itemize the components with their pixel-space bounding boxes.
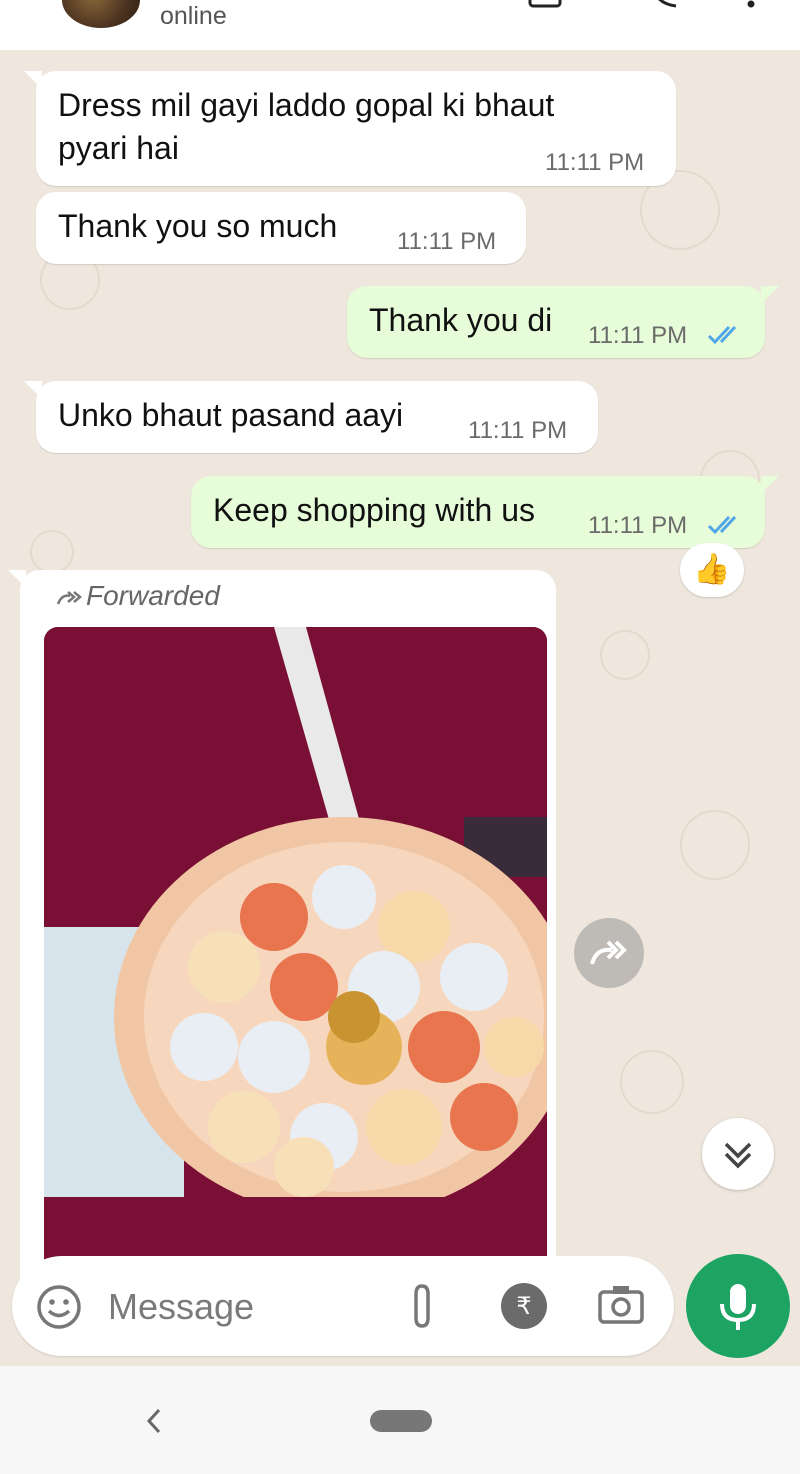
- message-time: 11:11 PM: [588, 322, 688, 349]
- message-text: Dress mil gayi laddo gopal ki bhaut: [58, 87, 555, 123]
- message-text: Unko bhaut pasand aayi: [58, 397, 404, 433]
- thumbs-up-icon: 👍: [693, 553, 731, 586]
- contact-avatar[interactable]: [62, 0, 140, 28]
- forward-share-button[interactable]: [574, 918, 644, 988]
- scroll-to-bottom-button[interactable]: [702, 1118, 774, 1190]
- emoji-icon[interactable]: [36, 1284, 82, 1330]
- message-time: 11:11 PM: [588, 512, 688, 539]
- message-text: Thank you so much: [58, 208, 338, 244]
- mic-icon: [720, 1284, 756, 1330]
- message-text: Keep shopping with us: [213, 492, 535, 528]
- forward-arrow-icon: [590, 940, 627, 965]
- chat-header: online: [0, 0, 800, 50]
- message-bubble-outgoing[interactable]: Keep shopping with us 11:11 PM: [191, 476, 779, 548]
- message-text: Thank you di: [369, 302, 553, 338]
- contact-status: online: [160, 2, 227, 30]
- system-nav-bar: [0, 1366, 800, 1474]
- read-ticks-icon: [707, 515, 737, 535]
- message-input[interactable]: Message: [108, 1286, 254, 1328]
- video-call-icon[interactable]: [528, 0, 568, 10]
- read-ticks-icon: [707, 325, 737, 345]
- double-chevron-down-icon: [724, 1142, 752, 1169]
- message-bubble-incoming[interactable]: Dress mil gayi laddo gopal ki bhaut pyar…: [24, 71, 676, 186]
- message-time: 11:11 PM: [468, 417, 568, 444]
- message-time: 11:11 PM: [397, 228, 497, 255]
- message-bubble-incoming[interactable]: Unko bhaut pasand aayi 11:11 PM: [24, 381, 598, 453]
- message-time: 11:11 PM: [545, 149, 645, 176]
- message-bubble-outgoing[interactable]: Thank you di 11:11 PM: [347, 286, 779, 358]
- message-bubble-incoming[interactable]: Thank you so much 11:11 PM: [36, 192, 526, 264]
- back-arrow-icon[interactable]: [20, 0, 40, 8]
- reaction-badge[interactable]: 👍: [680, 543, 744, 597]
- nav-back-icon[interactable]: [144, 1406, 164, 1436]
- voice-record-button[interactable]: [686, 1254, 790, 1358]
- forwarded-icon: [56, 591, 82, 605]
- more-options-icon[interactable]: [744, 0, 758, 10]
- message-text: pyari hai: [58, 130, 179, 166]
- rupee-payment-icon[interactable]: ₹: [500, 1282, 548, 1330]
- nav-home-pill[interactable]: [370, 1410, 432, 1432]
- message-composer[interactable]: Message ₹: [12, 1256, 674, 1356]
- voice-call-icon[interactable]: [648, 0, 682, 10]
- camera-icon[interactable]: [598, 1284, 644, 1324]
- attach-icon[interactable]: [408, 1282, 440, 1332]
- forwarded-label: Forwarded: [86, 580, 220, 611]
- flower-bouquet-image: [44, 627, 547, 1217]
- photo-flower-bouquet[interactable]: [44, 627, 547, 1317]
- svg-text:₹: ₹: [516, 1292, 531, 1320]
